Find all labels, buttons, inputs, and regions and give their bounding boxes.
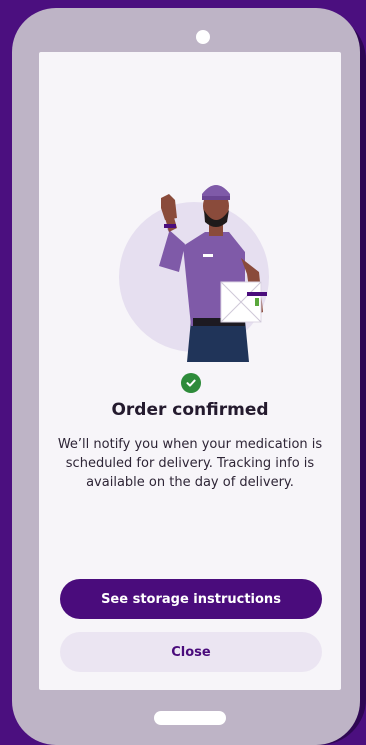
confirmation-screen: Order confirmed We’ll notify you when yo… bbox=[39, 52, 341, 690]
page-title: Order confirmed bbox=[111, 400, 269, 420]
home-indicator[interactable] bbox=[154, 711, 226, 725]
check-icon bbox=[181, 373, 201, 393]
see-storage-instructions-button[interactable]: See storage instructions bbox=[60, 579, 322, 619]
delivery-person-illustration bbox=[119, 185, 269, 362]
close-button[interactable]: Close bbox=[60, 632, 322, 672]
camera-icon bbox=[196, 30, 210, 44]
confirmation-message: We’ll notify you when your medication is… bbox=[57, 437, 323, 490]
